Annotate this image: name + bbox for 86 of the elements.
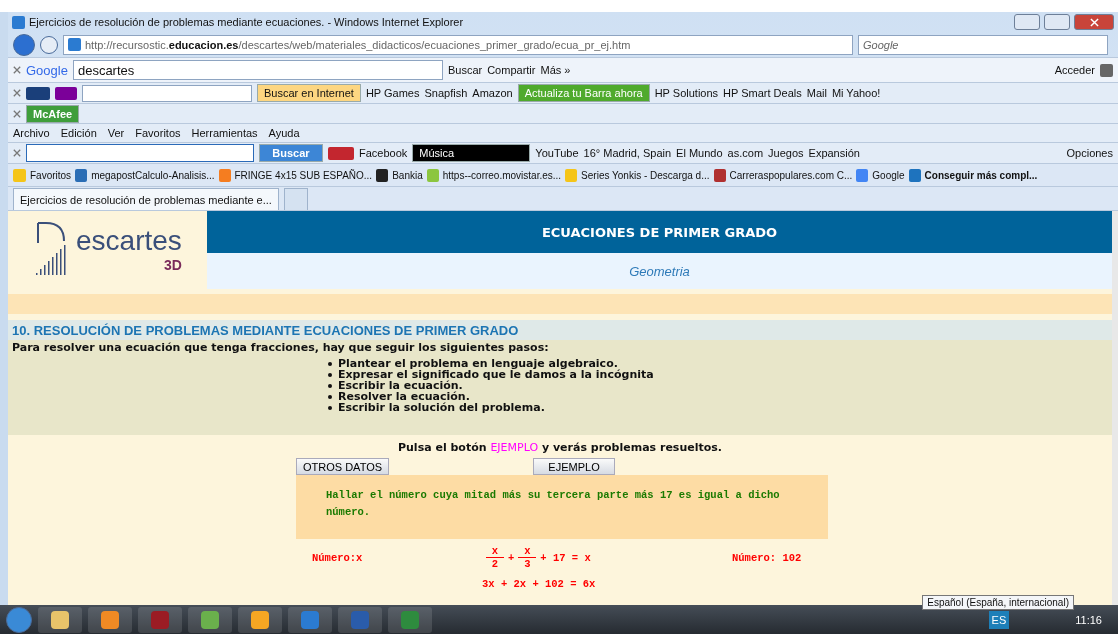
applet-button[interactable]: EJEMPLO bbox=[533, 458, 616, 475]
search-field[interactable] bbox=[26, 144, 254, 162]
bullet-icon bbox=[328, 394, 332, 399]
taskbar-app-icon[interactable] bbox=[188, 606, 232, 633]
close-toolbar-icon[interactable] bbox=[13, 89, 21, 97]
language-tooltip: Español (España, internacional) bbox=[922, 595, 1074, 610]
unknown-label: Número:x bbox=[312, 551, 364, 564]
menu-item[interactable]: Archivo bbox=[13, 127, 50, 139]
taskbar-app-icon[interactable] bbox=[238, 606, 282, 633]
bullet-icon bbox=[328, 405, 332, 410]
google-logo: Google bbox=[26, 62, 68, 78]
back-button[interactable] bbox=[13, 33, 35, 56]
search-field[interactable]: descartes bbox=[72, 60, 443, 80]
clock-time: 11:16 bbox=[1075, 613, 1102, 626]
instruction-text: Pulsa el botón EJEMPLO y verás problemas resueltos. bbox=[397, 441, 723, 454]
favorites-button[interactable]: Favoritos bbox=[30, 169, 72, 181]
close-toolbar-icon[interactable] bbox=[13, 109, 21, 118]
sign-in-link[interactable]: Acceder bbox=[1054, 64, 1095, 76]
bullet-icon bbox=[328, 383, 332, 388]
toolbar-link[interactable]: Snapfish bbox=[424, 87, 468, 99]
toolbar-link[interactable]: Facebook bbox=[359, 147, 408, 159]
page-header-title: ECUACIONES DE PRIMER GRADO bbox=[207, 211, 1112, 253]
menu-item[interactable]: Edición bbox=[60, 127, 97, 139]
toolbar-link[interactable]: Mi Yahoo! bbox=[831, 87, 881, 99]
toolbar-link[interactable]: HP Games bbox=[365, 87, 420, 99]
taskbar-app-icon[interactable] bbox=[38, 606, 82, 633]
bookmark-link[interactable]: FRINGE 4x15 SUB ESPAÑO... bbox=[234, 169, 373, 181]
menu-item[interactable]: Herramientas bbox=[191, 127, 258, 139]
bookmark-link[interactable]: https--correo.movistar.es... bbox=[442, 169, 562, 181]
close-icon bbox=[1089, 17, 1099, 27]
menu-item[interactable]: Favoritos bbox=[135, 127, 181, 139]
bullet-icon bbox=[328, 361, 332, 366]
start-button[interactable] bbox=[6, 606, 32, 633]
bookmark-link[interactable]: Series Yonkis - Descarga d... bbox=[581, 169, 710, 181]
search-button[interactable]: Buscar en Internet bbox=[257, 84, 361, 102]
toolbar-link[interactable]: Expansión bbox=[808, 147, 860, 159]
close-toolbar-icon[interactable] bbox=[13, 149, 21, 157]
logo-subtitle: 3D bbox=[163, 257, 182, 273]
step-item: Plantear el problema en lenguaje algebraico. bbox=[338, 357, 618, 370]
toolbar-link[interactable]: HP Smart Deals bbox=[723, 87, 802, 99]
logo-text: escartes bbox=[76, 225, 182, 257]
bookmark-link[interactable]: megapostCalculo-Analisis... bbox=[91, 169, 215, 181]
toolbar-link[interactable]: Amazon bbox=[472, 87, 513, 99]
toolbar-link[interactable]: El Mundo bbox=[676, 147, 723, 159]
minimize-button[interactable] bbox=[1014, 14, 1040, 30]
language-indicator[interactable]: ES bbox=[988, 610, 1010, 629]
bullet-icon bbox=[328, 372, 332, 377]
step-item: Escribir la solución del problema. bbox=[338, 401, 545, 414]
toolbar-link[interactable]: Juegos bbox=[768, 147, 804, 159]
close-toolbar-icon[interactable] bbox=[13, 66, 21, 74]
intro-text: Para resolver una ecuación que tenga fracciones, hay que seguir los siguientes pasos: bbox=[12, 341, 550, 354]
step-item: Resolver la ecuación. bbox=[338, 390, 470, 403]
close-button[interactable] bbox=[1074, 14, 1114, 30]
toolbar-link[interactable]: as.com bbox=[727, 147, 764, 159]
toolbar-link[interactable]: Más » bbox=[540, 64, 571, 76]
bookmark-link[interactable]: Conseguir más compl... bbox=[924, 169, 1038, 181]
forward-button[interactable] bbox=[40, 35, 58, 54]
step-item: Expresar el significado que le damos a la incógnita bbox=[338, 368, 654, 381]
bookmark-link[interactable]: Bankia bbox=[392, 169, 423, 181]
options-link[interactable]: Opciones bbox=[1066, 147, 1113, 159]
search-field[interactable] bbox=[82, 84, 252, 102]
browser-tab[interactable]: Ejercicios de resolución de problemas mediante e... bbox=[13, 188, 279, 210]
toolbar-link[interactable]: Compartir bbox=[487, 64, 536, 76]
menu-item[interactable]: Ver bbox=[107, 127, 125, 139]
equation-text: 3x + 2x + 102 = 6x bbox=[482, 578, 597, 590]
page-header-subtitle: Geometria bbox=[207, 253, 1112, 289]
step-item: Escribir la ecuación. bbox=[338, 379, 463, 392]
problem-text: Hallar el número cuya mitad más su tercera parte más 17 es igual a dicho número. bbox=[296, 475, 828, 539]
toolbar-link[interactable]: Buscar bbox=[447, 64, 483, 76]
toolbar-link[interactable]: Mail bbox=[806, 87, 827, 99]
search-field[interactable]: Google bbox=[858, 34, 1108, 55]
section-title: 10. RESOLUCIÓN DE PROBLEMAS MEDIANTE ECUACIONES DE PRIMER GRADO bbox=[8, 320, 1112, 340]
menu-item[interactable]: Ayuda bbox=[268, 127, 300, 139]
maximize-button[interactable] bbox=[1044, 14, 1070, 30]
music-player[interactable]: Música bbox=[412, 144, 531, 162]
search-button[interactable]: Buscar bbox=[259, 144, 323, 162]
bookmark-link[interactable]: Carreraspopulares.com C... bbox=[729, 169, 853, 181]
toolbar-link[interactable]: HP Solutions bbox=[654, 87, 719, 99]
applet-button[interactable]: OTROS DATOS bbox=[296, 458, 390, 475]
window-title: Ejercicios de resolución de problemas mediante ecuaciones. - Windows Internet Explorer bbox=[29, 16, 464, 28]
address-field[interactable]: http://recursostic.educacion.es/descartes/web/materiales_didacticos/ecuaciones_primer_grado/ecua_pr_ej.htm bbox=[63, 34, 853, 55]
bookmark-link[interactable]: Google bbox=[872, 169, 905, 181]
toolbar-link[interactable]: 16° Madrid, Spain bbox=[583, 147, 672, 159]
toolbar-link[interactable]: YouTube bbox=[535, 147, 579, 159]
result-label: Número: 102 bbox=[732, 551, 803, 564]
taskbar-app-icon[interactable] bbox=[88, 606, 132, 633]
